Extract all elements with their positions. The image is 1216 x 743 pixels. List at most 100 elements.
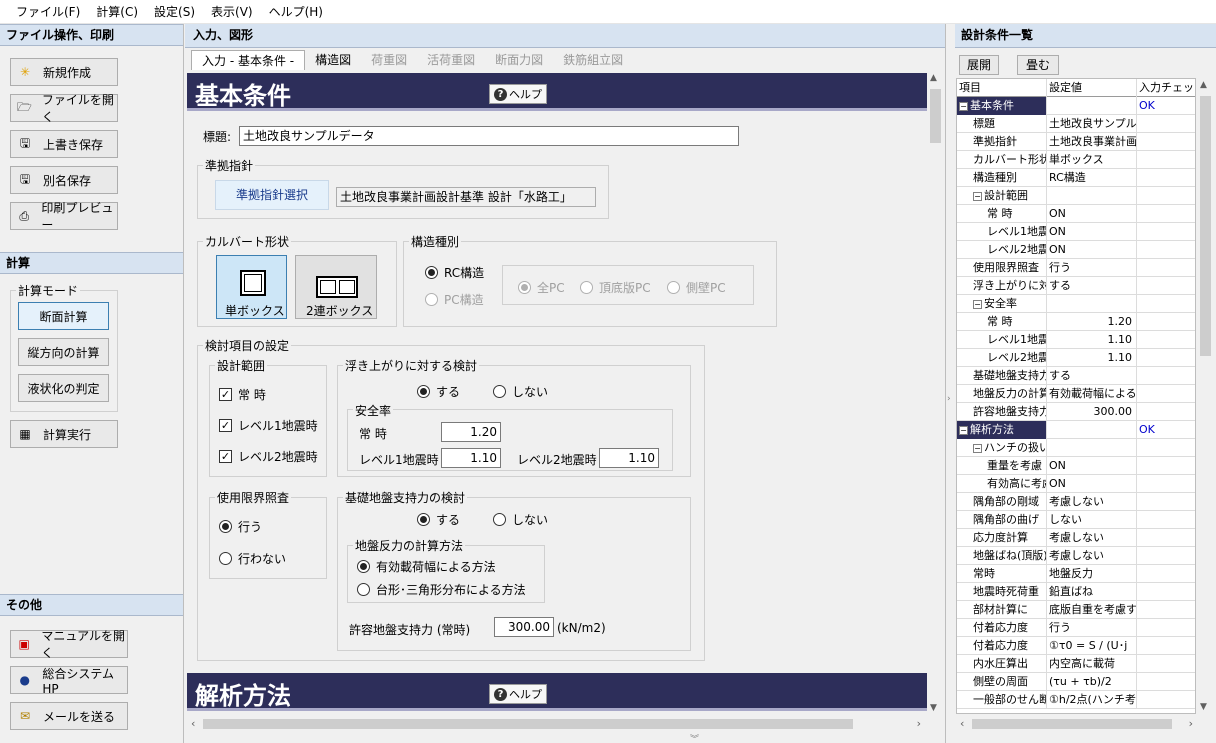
scroll-right-icon[interactable]: ›	[917, 717, 921, 730]
allowable-bearing-input[interactable]: 300.00	[494, 617, 554, 637]
tab-live-load-diagram[interactable]: 活荷重図	[417, 50, 485, 70]
grid-row[interactable]: 応力度計算 考慮しない	[957, 529, 1195, 547]
grid-row[interactable]: 常時 地盤反力	[957, 565, 1195, 583]
grid-row[interactable]: 部材計算に 底版自重を考慮する	[957, 601, 1195, 619]
grid-vscroll-thumb[interactable]	[1200, 96, 1211, 356]
grid-row[interactable]: 地盤ばね(頂版) 考慮しない	[957, 547, 1195, 565]
service-notperform-radio[interactable]: 行わない	[219, 550, 286, 567]
grid-row[interactable]: 基礎地盤支持力の検討する	[957, 367, 1195, 385]
tab-rebar-diagram[interactable]: 鉄筋組立図	[553, 50, 633, 70]
menu-calc[interactable]: 計算(C)	[88, 3, 146, 20]
grid-row[interactable]: レベル2地震時1.10	[957, 349, 1195, 367]
grid-row[interactable]: レベル1地震時1.10	[957, 331, 1195, 349]
grid-row[interactable]: 隅角部の剛域 考慮しない	[957, 493, 1195, 511]
grid-row[interactable]: 常 時 1.20	[957, 313, 1195, 331]
grid-row[interactable]: 地盤反力の計算方法有効載荷幅による方法	[957, 385, 1195, 403]
tab-basic-conditions[interactable]: 入力 - 基本条件 -	[191, 50, 306, 70]
grid-row[interactable]: 使用限界照査 行う	[957, 259, 1195, 277]
grid-scroll-up-icon[interactable]: ▲	[1200, 80, 1207, 90]
grid-row[interactable]: 側壁の周面 (τu + τb)/2	[957, 673, 1195, 691]
grid-row[interactable]: カルバート形状 単ボックス	[957, 151, 1195, 169]
run-calc-button[interactable]: ▦ 計算実行	[10, 420, 118, 448]
bearing-do-radio[interactable]: する	[417, 511, 460, 528]
grid-row[interactable]: 準拠指針 土地改良事業計画	[957, 133, 1195, 151]
sf-level2-input[interactable]: 1.10	[599, 448, 659, 468]
menu-view[interactable]: 表示(V)	[203, 3, 261, 20]
grid-row[interactable]: 標題 土地改良サンプルデ	[957, 115, 1195, 133]
scroll-left-icon[interactable]: ‹	[191, 717, 195, 730]
sf-normal-input[interactable]: 1.20	[441, 422, 501, 442]
grid-row[interactable]: 付着応力度 ①τ0 = S / (U･j	[957, 637, 1195, 655]
save-as-button[interactable]: 🖫 別名保存	[10, 166, 118, 194]
menu-help[interactable]: ヘルプ(H)	[261, 3, 331, 20]
center-hscroll-thumb[interactable]	[203, 719, 853, 729]
grid-row[interactable]: レベル1地震時ON	[957, 223, 1195, 241]
center-vertical-scrollbar[interactable]: ▲ ▼	[927, 71, 944, 715]
grid-row[interactable]: − 基本条件 OK	[957, 97, 1195, 115]
level2-checkbox[interactable]: ✓ レベル2地震時	[219, 448, 318, 465]
liquefaction-mode-button[interactable]: 液状化の判定	[18, 374, 109, 402]
rc-structure-radio[interactable]: RC構造	[425, 264, 484, 281]
new-file-button[interactable]: ✳ 新規作成	[10, 58, 118, 86]
panel-splitter[interactable]: ›	[945, 24, 955, 743]
splitter-chevron-icon[interactable]: ︾	[690, 732, 699, 743]
scroll-down-icon[interactable]: ▼	[930, 703, 937, 713]
uplift-dont-radio[interactable]: しない	[493, 383, 548, 400]
bearing-dont-radio[interactable]: しない	[493, 511, 548, 528]
collapse-toggle-icon[interactable]: −	[973, 299, 982, 309]
section-calc-mode-button[interactable]: 断面計算	[18, 302, 109, 330]
collapse-button[interactable]: 畳む	[1017, 55, 1059, 75]
grid-row[interactable]: 一般部のせん断 ①h/2点(ハンチ考	[957, 691, 1195, 709]
normal-checkbox[interactable]: ✓ 常 時	[219, 386, 266, 403]
scroll-up-icon[interactable]: ▲	[930, 73, 937, 83]
center-vscroll-thumb[interactable]	[930, 89, 941, 143]
effective-width-radio[interactable]: 有効載荷幅による方法	[357, 558, 496, 575]
uplift-do-radio[interactable]: する	[417, 383, 460, 400]
open-manual-button[interactable]: ▣ マニュアルを開く	[10, 629, 128, 660]
grid-row[interactable]: 許容地盤支持力 300.00	[957, 403, 1195, 421]
top-bottom-pc-radio[interactable]: 頂底版PC	[580, 279, 651, 296]
grid-hscroll-thumb[interactable]	[972, 719, 1172, 729]
send-mail-button[interactable]: ✉ メールを送る	[10, 702, 128, 730]
grid-row[interactable]: 重量を考慮 ON	[957, 457, 1195, 475]
grid-row[interactable]: 構造種別 RC構造	[957, 169, 1195, 187]
grid-row[interactable]: 常 時 ON	[957, 205, 1195, 223]
grid-row[interactable]: − 解析方法 OK	[957, 421, 1195, 439]
splitter-arrow-icon[interactable]: ›	[947, 394, 951, 404]
side-wall-pc-radio[interactable]: 側壁PC	[667, 279, 726, 296]
longitudinal-calc-mode-button[interactable]: 縦方向の計算	[18, 338, 109, 366]
tab-section-force-diagram[interactable]: 断面力図	[485, 50, 553, 70]
title-input[interactable]: 土地改良サンプルデータ	[239, 126, 739, 146]
grid-row[interactable]: 地震時死荷重 鉛直ばね	[957, 583, 1195, 601]
expand-button[interactable]: 展開	[959, 55, 999, 75]
grid-row[interactable]: − ハンチの扱い	[957, 439, 1195, 457]
single-box-option[interactable]: 単ボックス	[216, 255, 287, 319]
grid-row[interactable]: 付着応力度 行う	[957, 619, 1195, 637]
open-file-button[interactable]: 🗁 ファイルを開く	[10, 93, 118, 124]
grid-row[interactable]: − 設計範囲	[957, 187, 1195, 205]
help-button-analysis[interactable]: ? ヘルプ	[489, 684, 547, 704]
grid-row[interactable]: − 安全率	[957, 295, 1195, 313]
grid-scroll-left-icon[interactable]: ‹	[960, 717, 964, 730]
tab-structure-diagram[interactable]: 構造図	[305, 50, 361, 70]
grid-vertical-scrollbar[interactable]: ▲ ▼	[1197, 78, 1214, 714]
grid-row[interactable]: 内水圧算出 内空高に載荷	[957, 655, 1195, 673]
center-horizontal-scrollbar[interactable]: ‹ ›	[187, 716, 927, 732]
tab-load-diagram[interactable]: 荷重図	[361, 50, 417, 70]
collapse-toggle-icon[interactable]: −	[973, 191, 982, 201]
grid-row[interactable]: レベル2地震時ON	[957, 241, 1195, 259]
menu-file[interactable]: ファイル(F)	[8, 3, 88, 20]
sf-level1-input[interactable]: 1.10	[441, 448, 501, 468]
grid-row[interactable]: 有効高に考慮 ON	[957, 475, 1195, 493]
trapezoid-radio[interactable]: 台形･三角形分布による方法	[357, 581, 526, 598]
all-pc-radio[interactable]: 全PC	[518, 279, 565, 296]
grid-horizontal-scrollbar[interactable]: ‹ ›	[956, 716, 1197, 732]
system-hp-button[interactable]: ● 総合システムHP	[10, 666, 128, 696]
grid-scroll-right-icon[interactable]: ›	[1189, 717, 1193, 730]
collapse-toggle-icon[interactable]: −	[959, 425, 968, 435]
double-box-option[interactable]: 2連ボックス	[295, 255, 377, 319]
grid-scroll-down-icon[interactable]: ▼	[1200, 702, 1207, 712]
grid-row[interactable]: 隅角部の曲げ しない	[957, 511, 1195, 529]
help-button-basic[interactable]: ? ヘルプ	[489, 84, 547, 104]
collapse-toggle-icon[interactable]: −	[959, 101, 968, 111]
